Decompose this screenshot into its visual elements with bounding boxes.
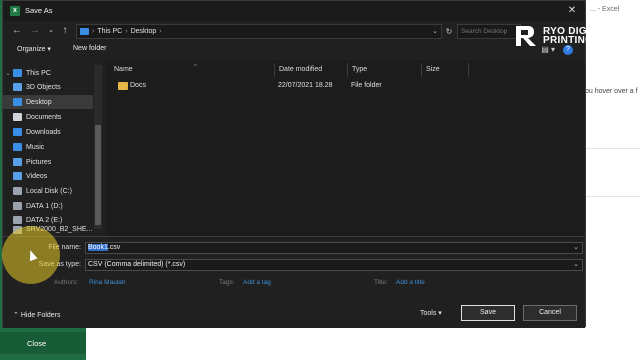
navigation-bar: ← → ⌄ ↑ › This PC › Desktop › ⌄ ↻	[3, 21, 585, 41]
title-label: Title:	[374, 279, 388, 286]
up-arrow-icon[interactable]: ↑	[59, 25, 71, 37]
chevron-down-icon[interactable]: ⌄	[573, 243, 579, 253]
save-as-type-select[interactable]: CSV (Comma delimited) (*.csv) ⌄	[85, 259, 583, 271]
drive-icon	[13, 216, 22, 224]
excel-icon: x	[10, 6, 20, 16]
videos-icon	[13, 172, 22, 180]
tools-dropdown[interactable]: Tools ▾	[420, 309, 442, 317]
backstage-close-button[interactable]: Close	[0, 332, 86, 354]
drive-icon	[13, 202, 22, 210]
nav-item-videos[interactable]: Videos	[3, 169, 93, 183]
ryo-logo-icon	[516, 26, 536, 46]
dialog-title: Save As	[25, 6, 53, 15]
chevron-down-icon[interactable]: ⌄	[3, 70, 13, 77]
command-bar: Organize ▾ New folder ▤ ▾ ?	[3, 41, 585, 59]
divider	[580, 148, 640, 149]
file-name: Docs	[130, 82, 146, 89]
title-input[interactable]: Add a title	[396, 279, 425, 286]
folder-icon	[118, 82, 128, 90]
pictures-icon	[13, 158, 22, 166]
authors-value[interactable]: Rina Maulah	[89, 279, 126, 286]
drive-icon	[13, 187, 22, 195]
backstage-hint-text: ou hover over a f	[585, 88, 638, 95]
chevron-down-icon[interactable]: ⌄	[573, 260, 579, 270]
pc-icon	[13, 69, 22, 77]
chevron-up-icon: ⌃	[13, 312, 19, 319]
nav-item-pictures[interactable]: Pictures	[3, 155, 93, 169]
recent-locations-chevron-icon[interactable]: ⌄	[45, 25, 57, 37]
nav-scrollbar-thumb[interactable]	[95, 125, 101, 225]
nav-item-desktop[interactable]: Desktop	[3, 95, 93, 109]
refresh-icon[interactable]: ↻	[443, 24, 455, 39]
column-header-name[interactable]: Name ^	[110, 63, 274, 77]
nav-item-this-pc[interactable]: ⌄ This PC	[3, 66, 93, 80]
file-name-selected-text: Book1	[88, 244, 108, 251]
column-header-type[interactable]: Type	[347, 63, 421, 77]
file-type: File folder	[351, 82, 382, 89]
desktop-icon	[13, 98, 22, 106]
column-header-date-modified[interactable]: Date modified	[274, 63, 347, 77]
search-input[interactable]	[458, 25, 520, 38]
file-row[interactable]: Docs 22/07/2021 18.28 File folder	[110, 80, 440, 94]
file-list: Name ^ Date modified Type Size Docs 22/0…	[106, 61, 585, 236]
new-folder-button[interactable]: New folder	[73, 45, 106, 52]
watermark-line-2: PRINTING	[543, 35, 594, 46]
address-bar[interactable]: › This PC › Desktop › ⌄	[76, 24, 442, 39]
chevron-down-icon[interactable]: ⌄	[432, 27, 438, 35]
nav-item-documents[interactable]: Documents	[3, 110, 93, 124]
nav-item-3d-objects[interactable]: 3D Objects	[3, 80, 93, 94]
save-button[interactable]: Save	[461, 305, 515, 321]
watermark-logo: RYO DIGITAL PRINTING	[512, 22, 610, 50]
documents-icon	[13, 113, 22, 121]
column-header-size[interactable]: Size	[421, 63, 469, 77]
excel-window-title: ... - Excel	[590, 6, 620, 13]
file-name-input[interactable]: Book1.csv ⌄	[85, 242, 583, 254]
tags-input[interactable]: Add a tag	[243, 279, 271, 286]
download-icon	[13, 128, 22, 136]
music-icon	[13, 143, 22, 151]
pc-icon	[80, 28, 89, 35]
hide-folders-button[interactable]: ⌃ Hide Folders	[13, 311, 61, 319]
authors-label: Authors:	[54, 279, 79, 286]
back-arrow-icon[interactable]: ←	[11, 25, 23, 37]
organize-button[interactable]: Organize ▾	[17, 45, 51, 53]
file-name-extension: .csv	[107, 244, 121, 251]
save-as-dialog: x Save As ✕ ← → ⌄ ↑ › This PC › Desktop …	[2, 0, 586, 328]
save-options-panel: File name: Book1.csv ⌄ Save as type: CSV…	[3, 236, 585, 328]
sort-ascending-icon: ^	[194, 64, 197, 70]
nav-scrollbar[interactable]	[94, 65, 102, 229]
tags-label: Tags:	[219, 279, 235, 286]
nav-item-music[interactable]: Music	[3, 140, 93, 154]
nav-item-data-1-d[interactable]: DATA 1 (D:)	[3, 199, 93, 213]
breadcrumb-this-pc[interactable]: This PC	[97, 28, 122, 35]
navigation-pane: ⌄ This PC 3D Objects Desktop Documents D…	[3, 61, 104, 236]
dialog-titlebar[interactable]: x Save As ✕	[3, 1, 585, 21]
breadcrumb-desktop[interactable]: Desktop	[131, 28, 157, 35]
cube-icon	[13, 83, 22, 91]
divider	[580, 196, 640, 197]
file-date: 22/07/2021 18.28	[278, 82, 333, 89]
nav-item-local-disk-c[interactable]: Local Disk (C:)	[3, 184, 93, 198]
cancel-button[interactable]: Cancel	[523, 305, 577, 321]
close-icon[interactable]: ✕	[565, 4, 579, 18]
forward-arrow-icon[interactable]: →	[29, 25, 41, 37]
nav-item-downloads[interactable]: Downloads	[3, 125, 93, 139]
nav-item-data-2-e[interactable]: DATA 2 (E:)	[3, 213, 93, 227]
